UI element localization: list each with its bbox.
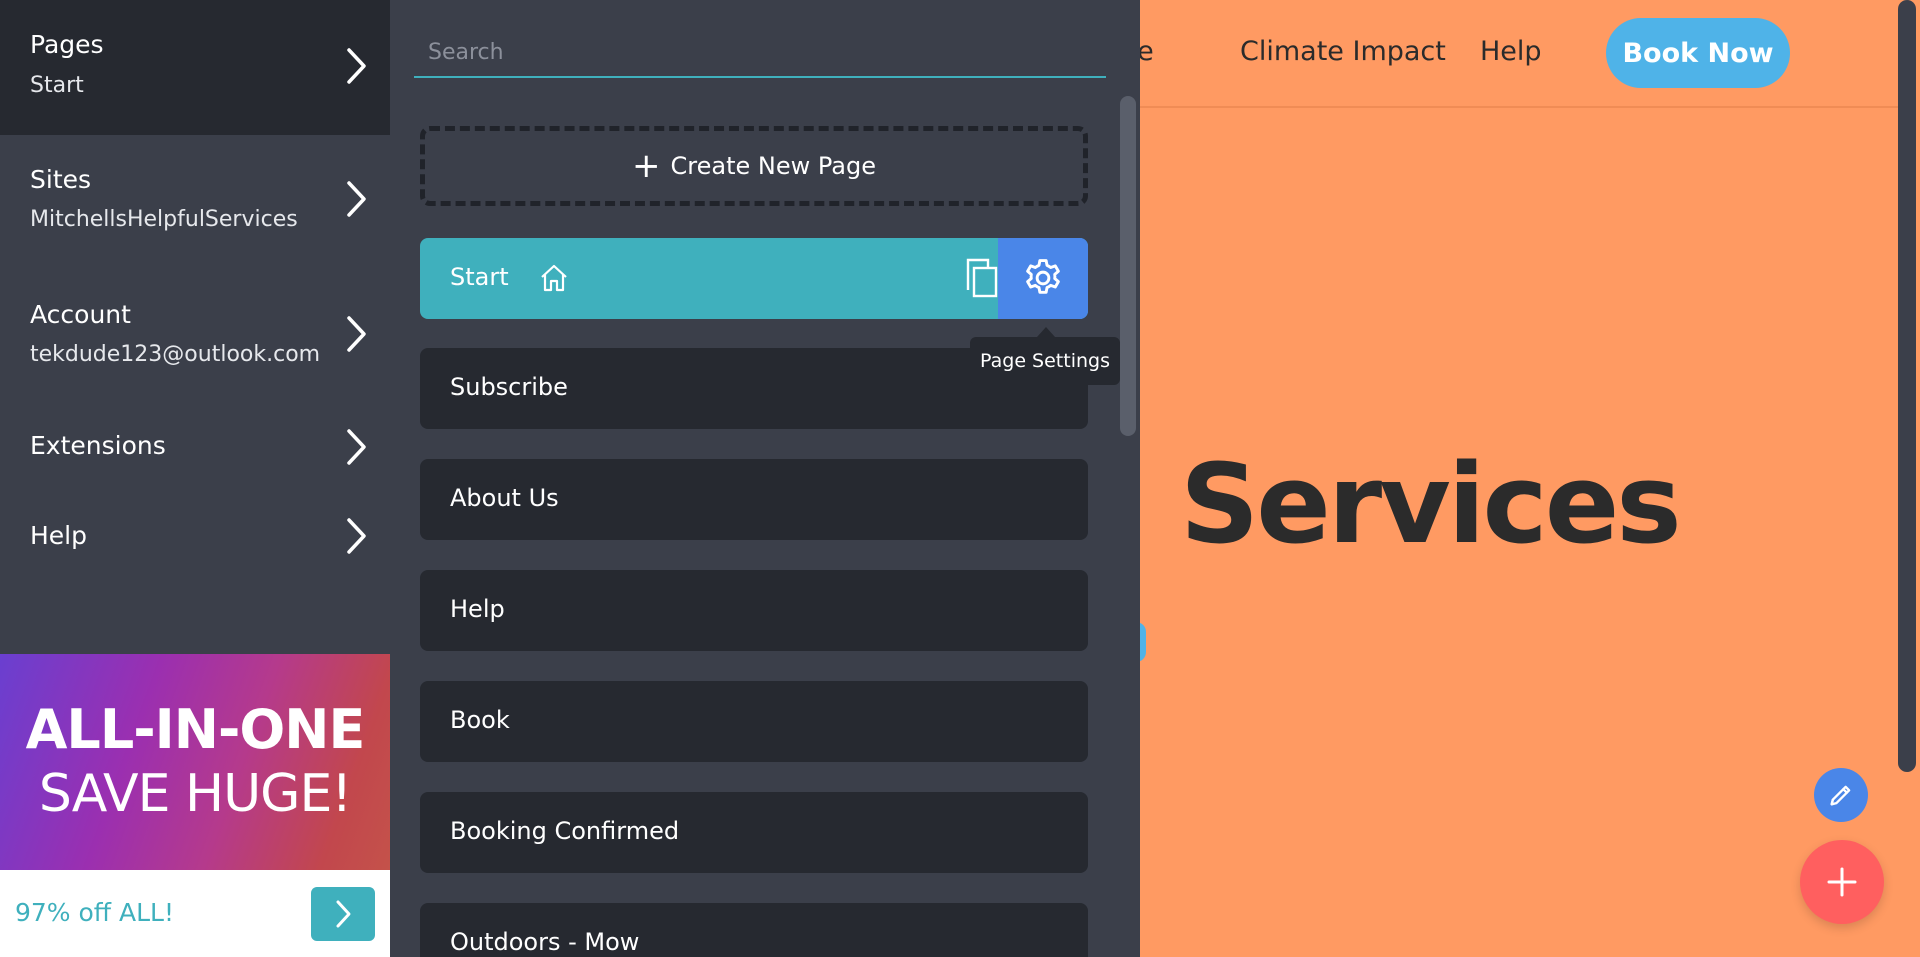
- chevron-right-icon: [336, 900, 351, 928]
- page-title: Outdoors - Mow: [450, 928, 640, 956]
- nav-item-sites[interactable]: Sites MitchellsHelpfulServices: [0, 135, 390, 270]
- page-title: Start: [450, 263, 509, 291]
- promo-subheadline: SAVE HUGE!: [38, 764, 352, 824]
- page-settings-tooltip: Page Settings: [970, 327, 1120, 385]
- nav-item-label: Pages: [30, 30, 104, 59]
- promo-offer-text: 97% off ALL!: [15, 898, 174, 927]
- site-nav-subscribe[interactable]: be: [1140, 36, 1154, 67]
- site-scrollbar[interactable]: [1898, 0, 1916, 772]
- page-row-help[interactable]: Help: [420, 570, 1088, 651]
- book-now-button[interactable]: Book Now: [1606, 18, 1790, 88]
- page-title: Help: [450, 595, 505, 623]
- page-row-outdoors-mow[interactable]: Outdoors - Mow: [420, 903, 1088, 957]
- page-title: Booking Confirmed: [450, 817, 680, 845]
- nav-item-label: Account: [30, 300, 131, 329]
- pencil-icon: [1830, 785, 1851, 806]
- nav-item-sublabel: tekdude123@outlook.com: [30, 342, 321, 367]
- page-title: Book: [450, 706, 510, 734]
- nav-item-help[interactable]: Help: [0, 495, 390, 580]
- chevron-right-icon: [340, 44, 370, 88]
- page-row-booking-confirmed[interactable]: Booking Confirmed: [420, 792, 1088, 873]
- add-element-button[interactable]: [1800, 840, 1884, 924]
- search-input[interactable]: [414, 28, 1106, 76]
- create-new-page-button[interactable]: + Create New Page: [420, 126, 1088, 206]
- site-preview: be Climate Impact Help Book Now l Servic…: [1140, 0, 1920, 957]
- nav-item-label: Help: [30, 521, 87, 550]
- plus-icon: [1827, 867, 1857, 897]
- pages-panel-scrollbar[interactable]: [1120, 96, 1136, 436]
- nav-item-extensions[interactable]: Extensions: [0, 405, 390, 490]
- hero-title: l Services: [1140, 440, 1682, 568]
- page-row-start[interactable]: Start: [420, 238, 1088, 319]
- pages-panel: + Create New Page Start Subscribe About …: [390, 0, 1140, 957]
- site-nav-climate-impact[interactable]: Climate Impact: [1240, 36, 1446, 67]
- promo-headline: ALL-IN-ONE: [25, 698, 366, 761]
- page-settings-button[interactable]: [998, 238, 1088, 319]
- home-icon: [541, 264, 567, 292]
- hero-button-partial[interactable]: [1140, 622, 1146, 662]
- edit-button[interactable]: [1814, 768, 1868, 822]
- page-title: Subscribe: [450, 373, 568, 401]
- site-nav-help[interactable]: Help: [1480, 36, 1542, 67]
- chevron-right-icon: [340, 514, 370, 558]
- gear-icon: [1026, 259, 1060, 294]
- nav-item-sublabel: MitchellsHelpfulServices: [30, 207, 298, 232]
- left-nav: Pages Start Sites MitchellsHelpfulServic…: [0, 0, 390, 957]
- create-new-page-label: Create New Page: [670, 152, 876, 180]
- site-header: be Climate Impact Help Book Now: [1140, 0, 1900, 108]
- page-row-book[interactable]: Book: [420, 681, 1088, 762]
- promo-offer-bar: 97% off ALL!: [0, 870, 390, 957]
- nav-item-account[interactable]: Account tekdude123@outlook.com: [0, 270, 390, 405]
- chevron-right-icon: [340, 425, 370, 469]
- nav-item-pages[interactable]: Pages Start: [0, 0, 390, 135]
- chevron-right-icon: [340, 177, 370, 221]
- promo-go-button[interactable]: [311, 887, 375, 941]
- promo-banner[interactable]: ALL-IN-ONE SAVE HUGE!: [0, 654, 390, 870]
- page-row-about-us[interactable]: About Us: [420, 459, 1088, 540]
- nav-item-sublabel: Start: [30, 73, 84, 98]
- nav-item-label: Extensions: [30, 431, 166, 460]
- nav-item-label: Sites: [30, 165, 92, 194]
- page-title: About Us: [450, 484, 559, 512]
- tooltip-arrow: [1037, 327, 1055, 337]
- plus-icon: +: [632, 146, 661, 186]
- search-field: [414, 28, 1106, 78]
- tooltip-text: Page Settings: [980, 350, 1110, 372]
- chevron-right-icon: [340, 312, 370, 356]
